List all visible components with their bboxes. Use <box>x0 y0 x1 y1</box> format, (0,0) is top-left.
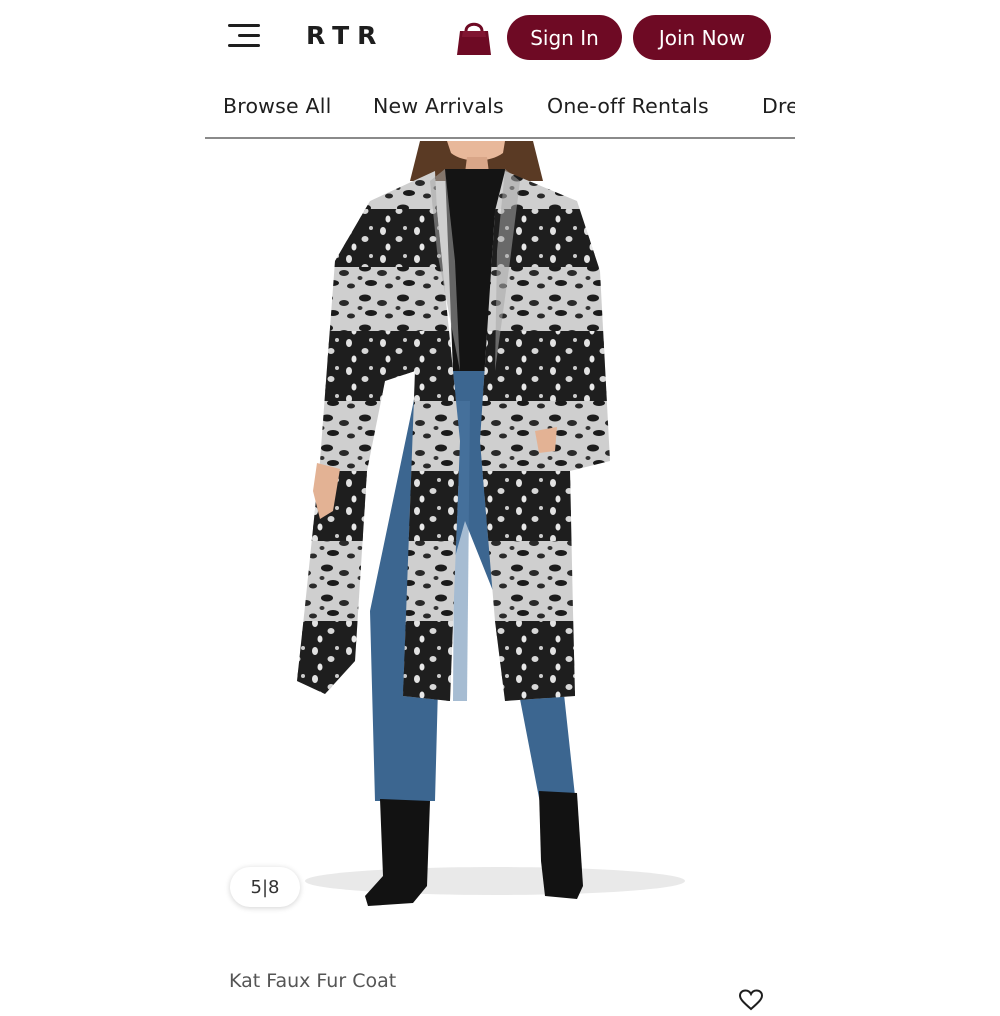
product-image[interactable] <box>205 141 795 941</box>
nav-item-one-off-rentals[interactable]: One-off Rentals <box>547 94 709 118</box>
sign-in-button[interactable]: Sign In <box>507 15 622 60</box>
nav-item-dresses[interactable]: Dre <box>762 94 795 118</box>
nav-item-new-arrivals[interactable]: New Arrivals <box>373 94 504 118</box>
category-nav: Browse All New Arrivals One-off Rentals … <box>205 84 795 139</box>
shopping-bag-icon[interactable] <box>455 17 493 57</box>
logo[interactable]: RTR <box>306 18 384 54</box>
heart-icon[interactable] <box>738 989 764 1011</box>
top-bar: RTR Sign In Join Now <box>0 0 1000 78</box>
image-counter: 5|8 <box>230 867 300 907</box>
hamburger-menu-icon[interactable] <box>228 22 262 50</box>
product-name[interactable]: Kat Faux Fur Coat <box>229 970 396 992</box>
join-now-button[interactable]: Join Now <box>633 15 771 60</box>
nav-item-browse-all[interactable]: Browse All <box>223 94 332 118</box>
